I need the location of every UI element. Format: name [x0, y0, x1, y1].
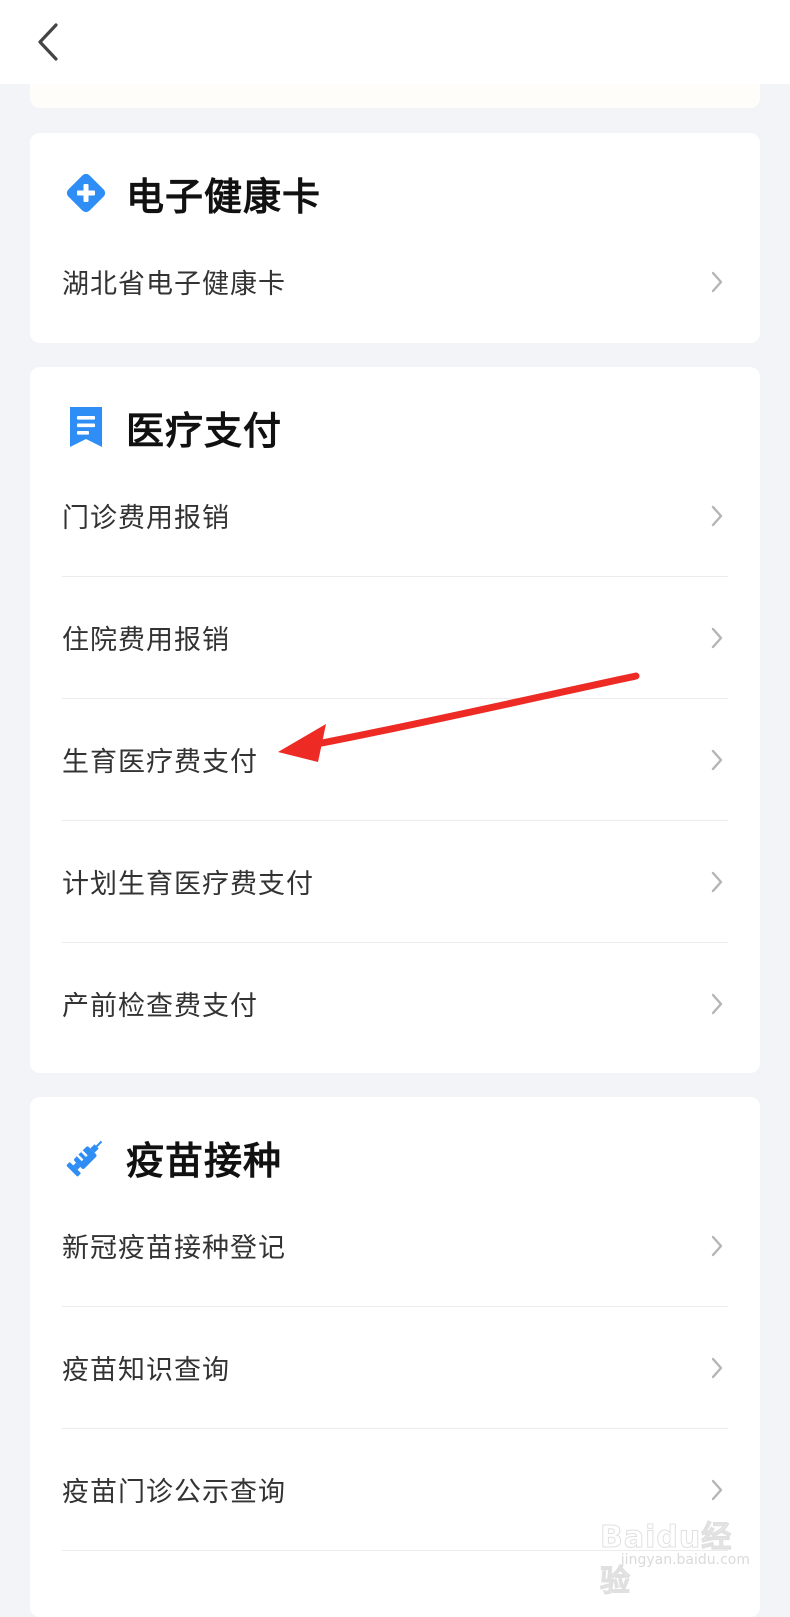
menu-item-label: 计划生育医疗费支付 — [62, 869, 314, 900]
chevron-right-icon — [706, 1357, 728, 1379]
menu-item-label: 产前检查费支付 — [62, 991, 258, 1022]
menu-item-outpatient-reimbursement[interactable]: 门诊费用报销 — [62, 455, 728, 576]
top-nav-bar — [0, 0, 790, 84]
menu-item-vaccine-knowledge[interactable]: 疫苗知识查询 — [62, 1307, 728, 1428]
back-button[interactable] — [26, 18, 70, 66]
syringe-icon — [62, 1133, 110, 1181]
chevron-right-icon — [706, 271, 728, 293]
menu-item-covid-vaccine-registration[interactable]: 新冠疫苗接种登记 — [62, 1185, 728, 1306]
menu-item-inpatient-reimbursement[interactable]: 住院费用报销 — [62, 577, 728, 698]
menu-item-label: 住院费用报销 — [62, 625, 230, 656]
menu-item-label: 新冠疫苗接种登记 — [62, 1233, 286, 1264]
watermark-url: jingyan.baidu.com — [620, 1552, 750, 1568]
chevron-right-icon — [706, 627, 728, 649]
menu-item-label: 疫苗知识查询 — [62, 1355, 230, 1386]
menu-item-label: 湖北省电子健康卡 — [62, 269, 286, 300]
chevron-right-icon — [706, 749, 728, 771]
chevron-right-icon — [706, 1479, 728, 1501]
menu-item-label: 门诊费用报销 — [62, 503, 230, 534]
health-card-header: 电子健康卡 — [62, 165, 730, 221]
menu-item-label: 生育医疗费支付 — [62, 747, 258, 778]
card-title: 电子健康卡 — [126, 174, 322, 219]
menu-item-hubei-health-card[interactable]: 湖北省电子健康卡 — [62, 221, 728, 342]
vaccination-header: 疫苗接种 — [62, 1129, 730, 1185]
card-title: 医疗支付 — [126, 408, 283, 453]
card-title: 疫苗接种 — [126, 1138, 283, 1183]
menu-item-maternity-payment[interactable]: 生育医疗费支付 — [62, 699, 728, 820]
medical-payment-header: 医疗支付 — [62, 399, 730, 455]
chevron-right-icon — [706, 505, 728, 527]
receipt-icon — [62, 403, 110, 451]
menu-item-prenatal-check-payment[interactable]: 产前检查费支付 — [62, 943, 728, 1064]
menu-item-label: 疫苗门诊公示查询 — [62, 1477, 286, 1508]
baidu-watermark: Baidu经验 jingyan.baidu.com — [600, 1512, 751, 1600]
medical-payment-section: 医疗支付 门诊费用报销 住院费用报销 生育医疗费支付 计划生育医疗费支付 产前检… — [30, 367, 760, 1073]
chevron-right-icon — [706, 871, 728, 893]
chevron-left-icon — [38, 23, 58, 61]
health-card-section: 电子健康卡 湖北省电子健康卡 — [30, 133, 760, 343]
plus-diamond-icon — [62, 169, 110, 217]
chevron-right-icon — [706, 993, 728, 1015]
chevron-right-icon — [706, 1235, 728, 1257]
previous-card-bottom — [30, 84, 760, 108]
menu-item-family-planning-payment[interactable]: 计划生育医疗费支付 — [62, 821, 728, 942]
